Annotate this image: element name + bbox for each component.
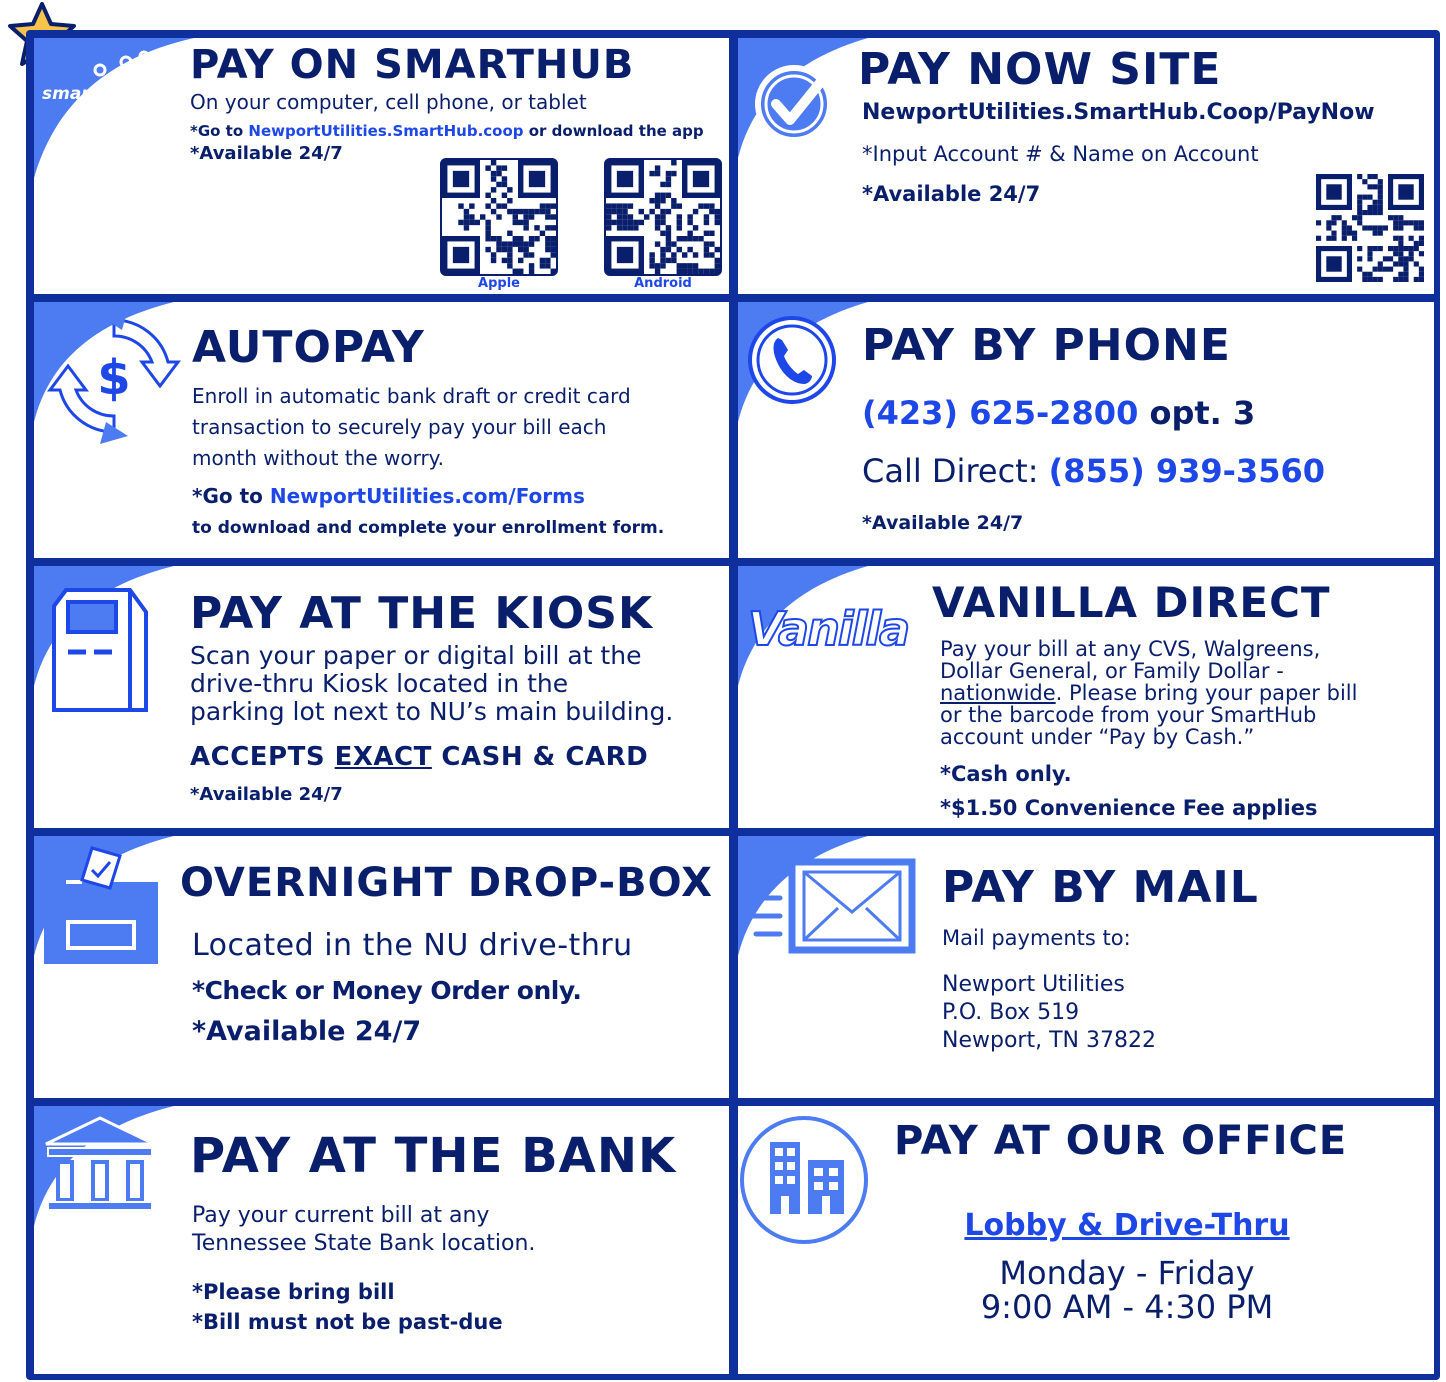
pay-now-title: PAY NOW SITE [858,44,1222,95]
smarthub-goto-prefix: *Go to [190,122,249,140]
vanilla-line4: or the barcode from your SmartHub [940,703,1317,727]
autopay-goto-prefix: *Go to [192,484,270,508]
phone-title: PAY BY PHONE [862,320,1231,371]
vanilla-logo: Vanilla [747,601,911,657]
pay-now-url[interactable]: NewportUtilities.SmartHub.Coop/PayNow [862,100,1375,125]
vanilla-title: VANILLA DIRECT [932,578,1331,627]
panel-pay-now: PAY NOW SITE NewportUtilities.SmartHub.C… [738,38,1434,294]
checkmark-icon [755,53,845,143]
phone-icon [748,316,836,404]
pay-now-note: *Input Account # & Name on Account [862,142,1259,166]
panel-autopay: $ AUTOPAY Enroll in automatic bank draft… [34,302,729,558]
phone-direct: Call Direct: (855) 939-3560 [862,452,1325,490]
smarthub-subtitle: On your computer, cell phone, or tablet [190,90,587,114]
panel-office: PAY AT OUR OFFICE Lobby & Drive-Thru Mon… [738,1106,1434,1374]
drop-box-available: *Available 24/7 [192,1016,422,1047]
svg-text:$: $ [97,350,130,406]
qr-code-pay-now[interactable] [1316,174,1424,282]
bank-note1: *Please bring bill [192,1280,395,1304]
drop-box-title: OVERNIGHT DROP-BOX [180,860,714,906]
office-building-icon [740,1116,868,1244]
mail-title: PAY BY MAIL [942,862,1259,913]
vanilla-cash-only: *Cash only. [940,762,1072,786]
autopay-line1: Enroll in automatic bank draft or credit… [192,384,631,408]
vanilla-nationwide: nationwide [940,681,1056,705]
office-lobby-link[interactable]: Lobby & Drive-Thru [894,1208,1360,1243]
panel-drop-box: OVERNIGHT DROP-BOX Located in the NU dri… [34,836,729,1098]
qr-code-android[interactable] [604,158,722,276]
bank-building-icon [45,1116,155,1211]
pay-now-available: *Available 24/7 [862,182,1041,206]
vanilla-fee: *$1.50 Convenience Fee applies [940,796,1318,820]
panel-bank: PAY AT THE BANK Pay your current bill at… [34,1106,729,1374]
kiosk-line3: parking lot next to NU’s main building. [190,697,674,726]
kiosk-line2: drive-thru Kiosk located in the [190,669,569,698]
phone-available: *Available 24/7 [862,512,1024,534]
panel-kiosk: PAY AT THE KIOSK Scan your paper or digi… [34,566,729,828]
panel-smarthub: smart hub PAY ON SMARTHUB On your comput… [34,38,729,294]
drop-box-icon [44,846,158,964]
qr-apple-icon [442,160,556,274]
qr-android-icon [606,160,720,274]
mail-envelope-icon [741,858,916,954]
smarthub-title: PAY ON SMARTHUB [190,42,635,88]
office-lobby-text: Lobby & Drive-Thru [964,1208,1290,1243]
vanilla-line3: nationwide. Please bring your paper bill [940,682,1357,704]
kiosk-available: *Available 24/7 [190,784,343,805]
vanilla-line3-rest: . Please bring your paper bill [1055,681,1358,705]
qr-pay-now-icon [1316,174,1424,282]
smarthub-link[interactable]: NewportUtilities.SmartHub.coop [248,122,523,140]
vanilla-line2: Dollar General, or Family Dollar - [940,659,1284,683]
autopay-forms-link[interactable]: NewportUtilities.com/Forms [270,484,585,508]
kiosk-accepts: ACCEPTS EXACT CASH & CARD [190,742,648,772]
autopay-goto: *Go to NewportUtilities.com/Forms [192,484,585,508]
smarthub-goto: *Go to NewportUtilities.SmartHub.coop or… [190,122,704,140]
qr-android-label: Android [634,276,692,291]
mail-address-line3: Newport, TN 37822 [942,1028,1156,1053]
drop-box-check-only: *Check or Money Order only. [192,976,582,1005]
office-days: Monday - Friday [999,1254,1255,1292]
kiosk-icon [52,588,148,712]
phone-direct-link[interactable]: (855) 939-3560 [1049,452,1325,490]
drop-box-location: Located in the NU drive-thru [192,928,633,963]
mail-intro: Mail payments to: [942,926,1131,950]
bank-line2: Tennessee State Bank location. [192,1231,536,1256]
kiosk-accepts-a: ACCEPTS [190,742,335,772]
smarthub-logo-text-right: hub [108,84,141,104]
qr-apple-label: Apple [478,276,520,291]
panel-mail: PAY BY MAIL Mail payments to: Newport Ut… [738,836,1434,1098]
kiosk-accepts-exact: EXACT [334,742,432,772]
autopay-line2: transaction to securely pay your bill ea… [192,415,607,439]
vanilla-line1: Pay your bill at any CVS, Walgreens, [940,637,1321,661]
kiosk-title: PAY AT THE KIOSK [190,588,654,639]
phone-option: opt. 3 [1138,394,1256,432]
autopay-title: AUTOPAY [192,322,425,373]
mail-address-line2: P.O. Box 519 [942,1000,1080,1025]
office-hours: 9:00 AM - 4:30 PM [980,1288,1274,1326]
bank-line1: Pay your current bill at any [192,1203,490,1228]
smarthub-logo-text-left: smart [42,84,98,104]
panel-vanilla: Vanilla VANILLA DIRECT Pay your bill at … [738,566,1434,828]
office-title: PAY AT OUR OFFICE [894,1118,1348,1164]
kiosk-line1: Scan your paper or digital bill at the [190,641,642,670]
bank-title: PAY AT THE BANK [190,1128,677,1184]
smarthub-available: *Available 24/7 [190,143,343,164]
recurring-dollar-icon: $ [47,308,181,444]
qr-code-apple[interactable] [440,158,558,276]
phone-number-link[interactable]: (423) 625-2800 [862,394,1138,432]
phone-primary: (423) 625-2800 opt. 3 [862,394,1255,432]
panel-phone: PAY BY PHONE (423) 625-2800 opt. 3 Call … [738,302,1434,558]
mail-address-line1: Newport Utilities [942,972,1125,997]
autopay-line3: month without the worry. [192,446,445,470]
autopay-goto-suffix: to download and complete your enrollment… [192,518,665,538]
bank-note2: *Bill must not be past-due [192,1310,503,1334]
kiosk-accepts-c: CASH & CARD [431,742,649,772]
phone-direct-label: Call Direct: [862,452,1049,490]
smarthub-goto-suffix: or download the app [523,122,704,140]
vanilla-line5: account under “Pay by Cash.” [940,725,1255,749]
